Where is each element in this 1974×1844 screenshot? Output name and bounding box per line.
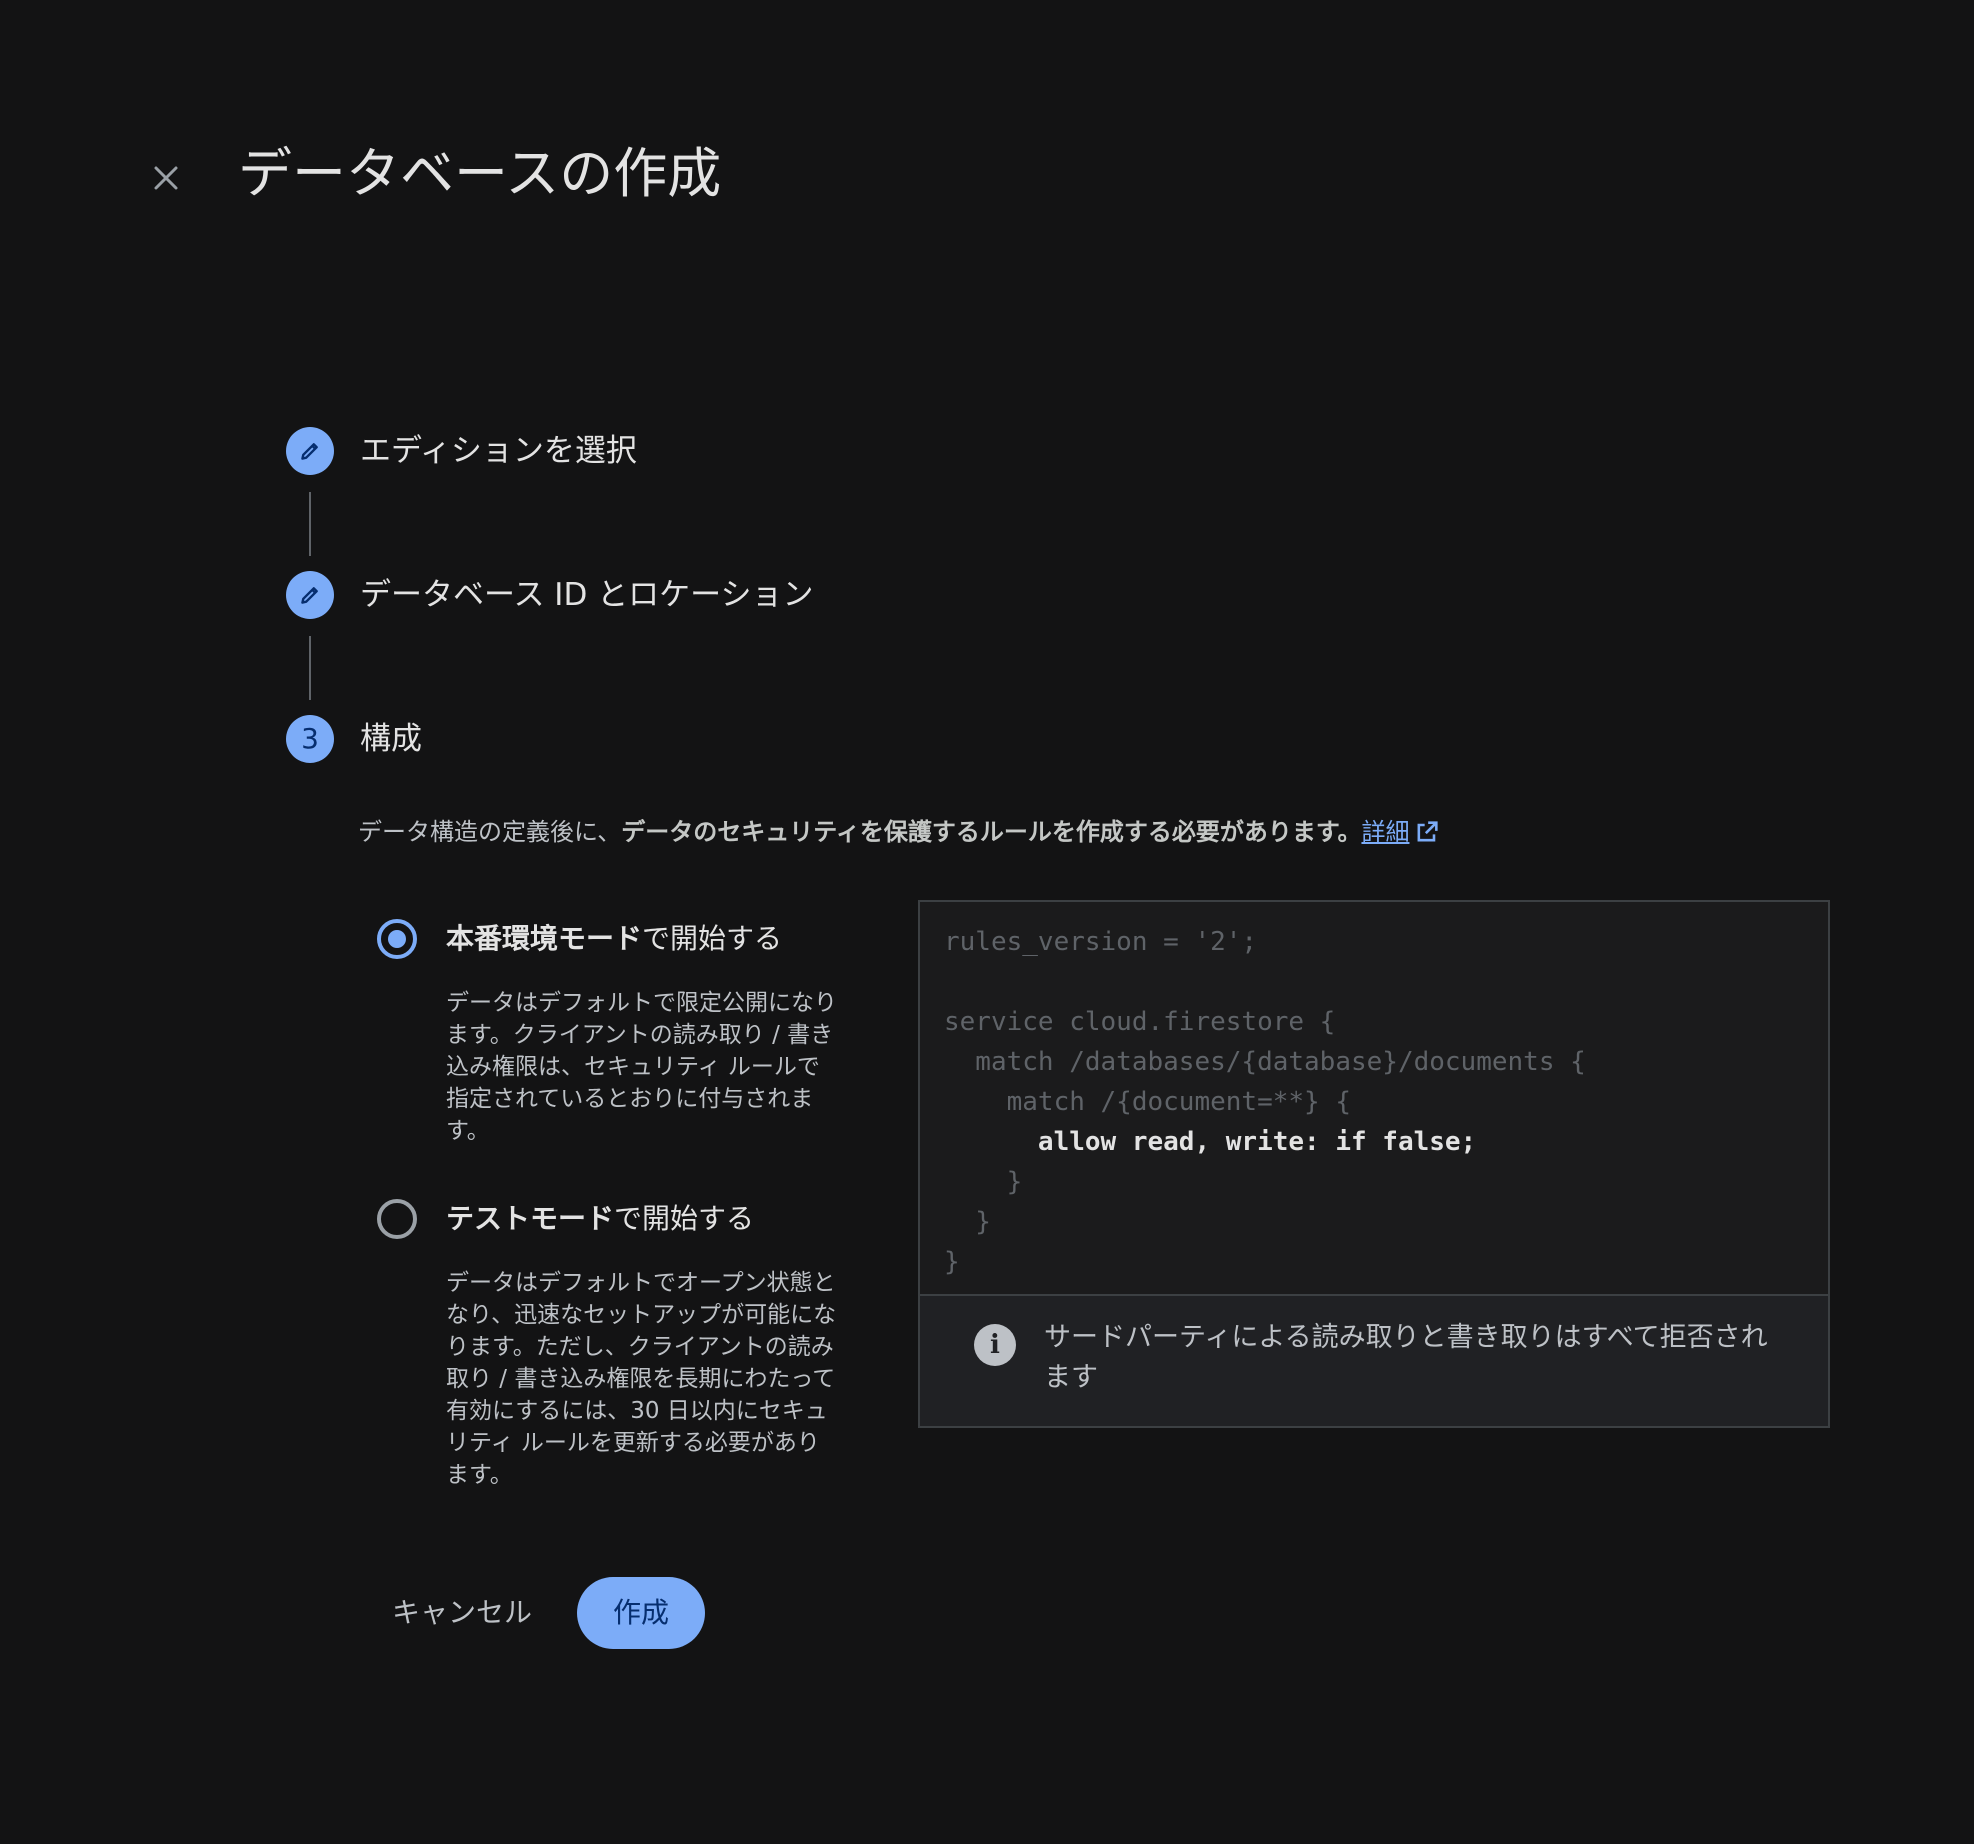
test-mode-radio[interactable] (377, 1199, 417, 1239)
intro-text: データ構造の定義後に、 (358, 818, 622, 846)
step-2-edit-button[interactable] (286, 571, 334, 619)
test-mode-description: データはデフォルトでオープン状態となり、迅速なセットアップが可能になります。ただ… (446, 1270, 837, 1488)
create-database-page: データベースの作成 エディションを選択 データベース ID とロケーション 3 … (0, 0, 1974, 1844)
security-rules-panel: rules_version = '2'; service cloud.fires… (918, 900, 1830, 1428)
production-mode-radio[interactable] (377, 919, 417, 959)
step-1-edit-button[interactable] (286, 427, 334, 475)
step-1-label[interactable]: エディションを選択 (360, 427, 637, 475)
rules-code-after: } } } (944, 1167, 1023, 1277)
pencil-icon (301, 587, 318, 604)
rules-info-bar: i サードパーティによる読み取りと書き取りはすべて拒否されます (920, 1294, 1828, 1426)
close-icon[interactable] (146, 158, 186, 198)
create-button[interactable]: 作成 (577, 1577, 705, 1649)
rules-code-before: rules_version = '2'; service cloud.fires… (944, 927, 1586, 1117)
production-mode-title-rest: で開始する (642, 922, 783, 955)
pencil-icon (301, 443, 318, 460)
step-number: 3 (301, 722, 319, 755)
step-3-label: 構成 (360, 721, 422, 757)
learn-more-link[interactable]: 詳細 (1361, 818, 1409, 846)
page-title: データベースの作成 (238, 142, 722, 205)
intro-strong-text: データのセキュリティを保護するルールを作成する必要があります。 (621, 818, 1362, 846)
rules-info-text: サードパーティによる読み取りと書き取りはすべて拒否されます (1044, 1322, 1768, 1393)
production-mode-title[interactable]: 本番環境モードで開始する (446, 919, 782, 959)
info-icon: i (974, 1324, 1016, 1366)
step-connector (309, 636, 311, 700)
step-connector (309, 492, 311, 556)
test-mode-title-bold: テストモード (446, 1202, 615, 1235)
production-mode-title-bold: 本番環境モード (446, 922, 643, 955)
production-mode-description: データはデフォルトで限定公開になります。クライアントの読み取り / 書き込み権限… (446, 990, 837, 1144)
test-mode-title[interactable]: テストモードで開始する (446, 1199, 754, 1239)
cancel-button[interactable]: キャンセル (372, 1578, 552, 1648)
step-3-number-badge: 3 (286, 715, 334, 763)
rules-code: rules_version = '2'; service cloud.fires… (944, 922, 1586, 1282)
configure-intro: データ構造の定義後に、データのセキュリティを保護するルールを作成する必要がありま… (358, 812, 1441, 852)
open-in-new-icon[interactable] (1413, 818, 1441, 846)
step-2-label[interactable]: データベース ID とロケーション (360, 571, 814, 619)
test-mode-title-rest: で開始する (614, 1202, 755, 1235)
rules-code-highlight: allow read, write: if false; (944, 1127, 1477, 1157)
